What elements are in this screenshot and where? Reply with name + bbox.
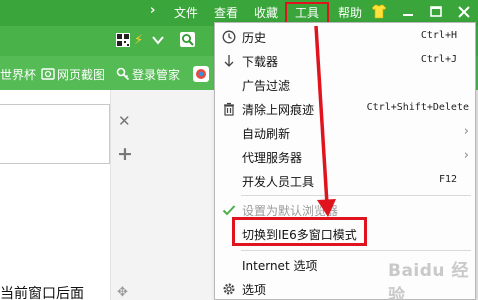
menu-separator [241,195,471,196]
submenu-arrow-icon: › [463,124,469,139]
webpage-screenshot-icon [41,68,55,80]
menu-help[interactable]: 帮助 [338,4,362,21]
menu-item-dev-tools[interactable]: 开发人员工具 F12 [215,169,475,193]
checkmark-icon [222,205,236,216]
menu-view[interactable]: 查看 [214,4,238,21]
content-text: 当前窗口后面 [0,286,84,300]
maximize-icon[interactable] [428,4,444,20]
search-icon[interactable] [180,32,195,47]
clock-icon [222,30,236,44]
download-arrow-icon [224,55,234,67]
menu-file[interactable]: 文件 [174,4,198,21]
close-icon[interactable]: ✕ [118,112,131,130]
menu-item-label: 代理服务器 [242,151,303,165]
menu-item-ad-filter[interactable]: 广告过滤 [215,73,475,97]
menu-item-label: 清除上网痕迹 [242,103,315,117]
shortcut-label: Ctrl+H [420,30,457,41]
chevron-down-icon[interactable] [151,33,165,47]
tools-menu-highlight [285,2,329,24]
chevron-right-icon[interactable]: › [150,3,155,18]
plus-icon[interactable]: + [117,143,133,165]
shortcut-label: Ctrl+Shift+Delete [366,102,469,113]
move-icon[interactable]: ✥ [117,285,128,300]
menu-item-label: 开发人员工具 [242,175,315,189]
qr-code-icon[interactable] [116,33,130,47]
skin-shirt-icon[interactable] [372,4,386,19]
watermark: Baidu 经验 [388,261,469,300]
target-item-highlight [232,217,367,246]
menu-item-auto-refresh[interactable]: 自动刷新 › [215,121,475,145]
menu-item-label: 选项 [242,283,267,297]
shortcut-label: Ctrl+J [420,54,457,65]
browser-logo-icon [193,66,209,82]
bookmark-screenshot[interactable]: 网页截图 [57,66,105,83]
page-panel [0,104,110,164]
menu-item-label: Internet 选项 [242,259,318,273]
key-icon [116,67,130,81]
shortcut-label: F12 [438,174,457,185]
menu-item-clear-traces[interactable]: 清除上网痕迹 Ctrl+Shift+Delete [215,97,475,121]
trash-icon [224,102,234,116]
menu-item-label: 自动刷新 [242,127,291,141]
menu-separator [241,250,471,251]
menu-item-proxy-server[interactable]: 代理服务器 › [215,145,475,169]
bookmark-login-manager[interactable]: 登录管家 [132,66,180,83]
menu-item-label: 下载器 [242,55,279,69]
menu-favorites[interactable]: 收藏 [254,4,278,21]
menu-item-history[interactable]: 历史 Ctrl+H [215,25,475,49]
bookmark-world-cup[interactable]: 世界杯 [0,66,36,83]
submenu-arrow-icon: › [463,148,469,163]
menu-item-label: 历史 [242,31,267,45]
close-window-icon[interactable] [456,4,472,20]
menu-item-downloader[interactable]: 下载器 Ctrl+J [215,49,475,73]
lightning-icon[interactable]: ⚡ [134,33,143,48]
menu-item-label: 广告过滤 [242,79,291,93]
minimize-icon[interactable] [400,4,416,20]
gear-icon [223,283,235,295]
